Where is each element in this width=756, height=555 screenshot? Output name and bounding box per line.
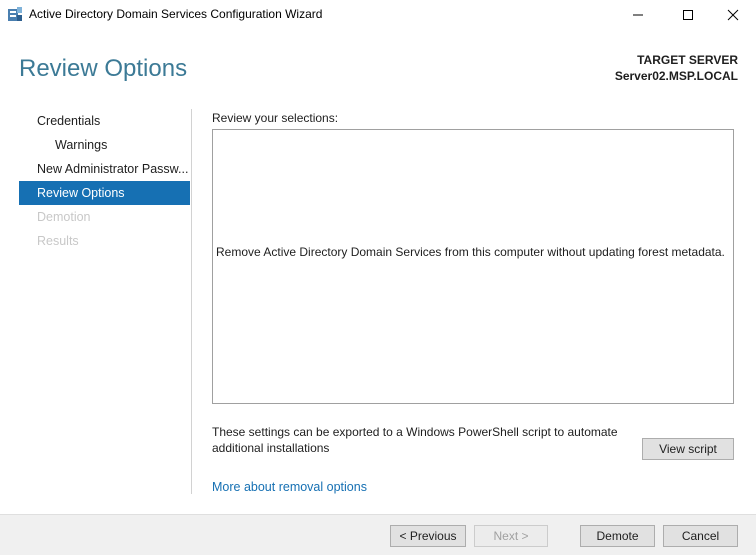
maximize-icon bbox=[683, 9, 693, 20]
review-selections-text: Remove Active Directory Domain Services … bbox=[216, 245, 725, 259]
maximize-button[interactable] bbox=[665, 0, 711, 29]
nav-item-review-options[interactable]: Review Options bbox=[19, 181, 190, 205]
wizard-steps-nav: Credentials Warnings New Administrator P… bbox=[19, 109, 190, 253]
minimize-icon bbox=[633, 14, 643, 15]
nav-item-warnings[interactable]: Warnings bbox=[19, 133, 190, 157]
target-server-label: TARGET SERVER bbox=[637, 53, 738, 67]
close-button[interactable] bbox=[710, 0, 756, 29]
nav-item-demotion: Demotion bbox=[37, 210, 91, 224]
nav-divider bbox=[191, 109, 192, 494]
review-selections-label: Review your selections: bbox=[212, 111, 339, 125]
server-manager-icon bbox=[8, 7, 22, 21]
minimize-button[interactable] bbox=[615, 0, 661, 29]
title-bar: Active Directory Domain Services Configu… bbox=[0, 0, 756, 29]
demote-button[interactable]: Demote bbox=[580, 525, 655, 547]
window-title: Active Directory Domain Services Configu… bbox=[29, 7, 323, 21]
nav-item-new-admin-password[interactable]: New Administrator Passw... bbox=[19, 157, 190, 181]
previous-button[interactable]: < Previous bbox=[390, 525, 466, 547]
export-description: These settings can be exported to a Wind… bbox=[212, 425, 618, 455]
next-button: Next > bbox=[474, 525, 548, 547]
cancel-button[interactable]: Cancel bbox=[663, 525, 738, 547]
nav-item-credentials[interactable]: Credentials bbox=[19, 109, 190, 133]
page-title: Review Options bbox=[19, 55, 188, 82]
review-selections-box[interactable]: Remove Active Directory Domain Services … bbox=[212, 129, 734, 404]
view-script-button[interactable]: View script bbox=[642, 438, 734, 460]
nav-item-results: Results bbox=[37, 234, 79, 248]
more-about-removal-link[interactable]: More about removal options bbox=[212, 480, 367, 494]
target-server-value: Server02.MSP.LOCAL bbox=[614, 69, 738, 83]
close-icon bbox=[727, 9, 739, 20]
